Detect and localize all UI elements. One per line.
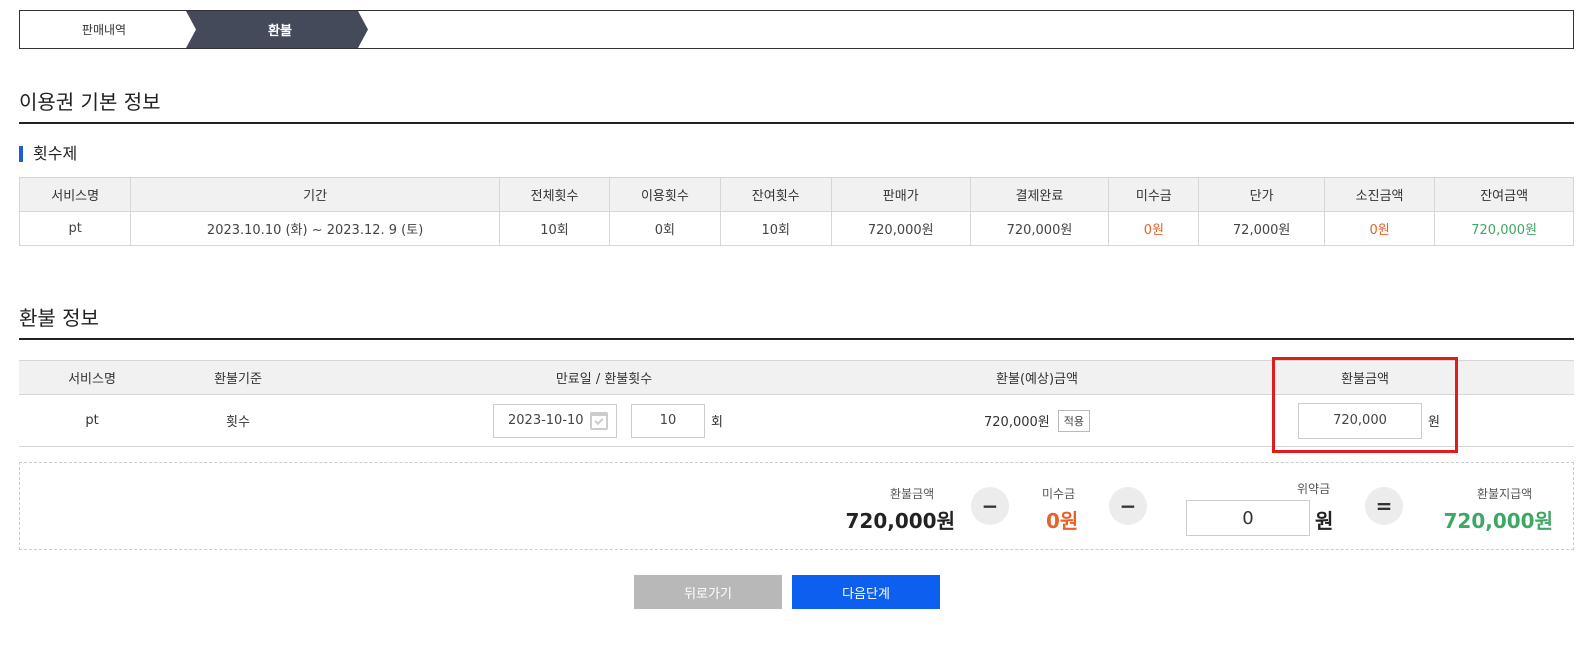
cell-remaining-count: 10회 <box>719 211 832 246</box>
col-total-count: 전체횟수 <box>498 177 611 212</box>
cell-remaining-amount: 720,000원 <box>1434 211 1574 246</box>
count-type-subtitle: 횟수제 <box>19 146 77 162</box>
cell-service: pt <box>18 211 132 246</box>
equals-icon: = <box>1365 487 1403 525</box>
count-unit: 회 <box>711 415 723 430</box>
expiry-date-input[interactable]: 2023-10-10 <box>493 403 617 438</box>
cell-period: 2023.10.10 (화) ~ 2023.12. 9 (토) <box>130 211 500 246</box>
col-period: 기간 <box>130 177 500 212</box>
cell-service: pt <box>85 413 99 428</box>
refund-amount-highlight <box>1272 357 1458 453</box>
expiry-date-value: 2023-10-10 <box>508 413 584 428</box>
col-consumed: 소진금액 <box>1323 177 1436 212</box>
col-expected-amount: 환불(예상)금액 <box>996 372 1078 387</box>
refund-count-input[interactable]: 10 <box>631 403 705 438</box>
col-paid: 결제완료 <box>969 177 1110 212</box>
penalty-unit: 원 <box>1315 509 1334 533</box>
cell-consumed: 0원 <box>1323 211 1436 246</box>
cell-unpaid: 0원 <box>1108 211 1200 246</box>
table-header-row: 서비스명 기간 전체횟수 이용횟수 잔여횟수 판매가 결제완료 미수금 단가 소… <box>18 177 1574 212</box>
col-service: 서비스명 <box>68 372 116 387</box>
col-unpaid: 미수금 <box>1108 177 1200 212</box>
col-basis: 환불기준 <box>214 372 262 387</box>
cell-used-count: 0회 <box>609 211 721 246</box>
expected-amount: 720,000원 <box>984 415 1050 430</box>
step-refund[interactable]: 환불 <box>186 11 368 48</box>
refund-amount-label: 환불금액 <box>890 487 935 501</box>
payout-value: 720,000원 <box>1443 509 1554 533</box>
cell-price: 720,000원 <box>830 211 971 246</box>
table-row: pt 2023.10.10 (화) ~ 2023.12. 9 (토) 10회 0… <box>18 211 1574 246</box>
back-button[interactable]: 뒤로가기 <box>634 575 782 609</box>
penalty-input[interactable]: 0 <box>1186 500 1310 536</box>
next-step-button[interactable]: 다음단계 <box>792 575 940 609</box>
payout-label: 환불지급액 <box>1477 487 1533 501</box>
calendar-icon[interactable] <box>590 411 608 430</box>
expected-group: 720,000원 적용 <box>919 395 1155 446</box>
apply-button[interactable]: 적용 <box>1057 409 1090 432</box>
cell-paid: 720,000원 <box>969 211 1110 246</box>
col-price: 판매가 <box>830 177 971 212</box>
divider <box>19 122 1574 124</box>
minus-icon: − <box>1109 487 1147 525</box>
cell-basis: 횟수 <box>226 415 250 430</box>
col-unit-price: 단가 <box>1198 177 1325 212</box>
col-remaining-count: 잔여횟수 <box>719 177 832 212</box>
divider <box>19 338 1574 340</box>
ticket-info-table: 서비스명 기간 전체횟수 이용횟수 잔여횟수 판매가 결제완료 미수금 단가 소… <box>18 177 1574 246</box>
refund-summary: 환불금액 720,000원 − 미수금 0원 − 위약금 0 원 = 환불지급액… <box>19 462 1574 550</box>
step-refund-label: 환불 <box>268 24 292 39</box>
col-expiry-count: 만료일 / 환불횟수 <box>555 372 653 387</box>
col-service: 서비스명 <box>18 177 132 212</box>
expiry-group: 2023-10-10 10 회 <box>493 395 733 446</box>
unpaid-label: 미수금 <box>1042 487 1076 501</box>
cell-unit-price: 72,000원 <box>1198 211 1325 246</box>
refund-info-title: 환불 정보 <box>19 306 99 330</box>
minus-icon: − <box>971 487 1009 525</box>
col-remaining-amount: 잔여금액 <box>1434 177 1574 212</box>
cell-total-count: 10회 <box>498 211 611 246</box>
refund-amount-value: 720,000원 <box>845 509 956 533</box>
step-sales-history-label: 판매내역 <box>81 23 127 37</box>
step-sales-history[interactable]: 판매내역 <box>20 11 188 48</box>
step-bar: 판매내역 환불 <box>19 10 1574 49</box>
penalty-label: 위약금 <box>1297 482 1331 496</box>
ticket-info-title: 이용권 기본 정보 <box>19 90 161 114</box>
unpaid-value: 0원 <box>1046 509 1079 533</box>
col-used-count: 이용횟수 <box>609 177 721 212</box>
